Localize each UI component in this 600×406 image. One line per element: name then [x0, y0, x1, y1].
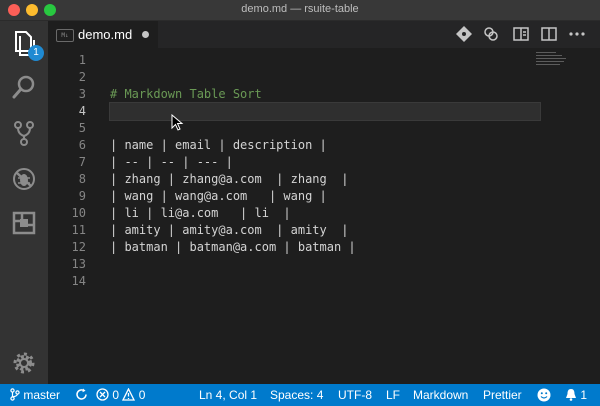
line-number-gutter: 1 2 3 4 5 6 7 8 9 10 11 12 13 14 [48, 52, 86, 290]
line-number: 5 [78, 121, 86, 135]
code-line[interactable] [110, 52, 540, 69]
split-editor-icon[interactable] [540, 25, 558, 43]
notification-count: 1 [580, 388, 588, 402]
prettier-status[interactable]: Prettier [483, 388, 522, 402]
line-number: 2 [78, 70, 86, 84]
code-line[interactable]: | batman | batman@a.com | batman | [110, 239, 540, 256]
warning-icon [122, 387, 136, 401]
code-line[interactable]: | amity | amity@a.com | amity | [110, 222, 540, 239]
activity-bar: 1 [0, 21, 48, 384]
explorer-badge: 1 [28, 45, 44, 61]
eol-setting[interactable]: LF [386, 388, 400, 402]
line-number: 13 [71, 257, 86, 271]
explorer-icon[interactable]: 1 [8, 27, 44, 61]
feedback-smiley-icon[interactable] [537, 388, 551, 403]
window-title: demo.md — rsuite-table [241, 3, 359, 15]
sync-icon[interactable] [75, 388, 88, 402]
line-number: 6 [78, 138, 86, 152]
code-line[interactable] [110, 69, 540, 86]
indentation-setting[interactable]: Spaces: 4 [270, 388, 323, 402]
editor-area[interactable]: 1 2 3 4 5 6 7 8 9 10 11 12 13 14 # Markd… [48, 48, 600, 384]
notifications-indicator[interactable]: 1 [565, 388, 587, 402]
markdown-file-icon: M↓ [56, 29, 74, 42]
code-line[interactable]: | li | li@a.com | li | [110, 205, 540, 222]
editor-tab-strip: M↓ demo.md [48, 21, 600, 48]
source-control-icon[interactable] [8, 117, 40, 149]
bell-icon [566, 389, 576, 401]
open-changes-icon[interactable] [455, 25, 473, 43]
extensions-icon[interactable] [8, 207, 40, 239]
open-preview-icon[interactable] [512, 25, 530, 43]
status-bar: master 0 0 Ln 4, Col 1 Spaces: 4 UTF-8 L… [0, 384, 600, 406]
debug-icon[interactable] [8, 163, 40, 195]
code-line[interactable]: | wang | wang@a.com | wang | [110, 188, 540, 205]
error-count: 0 [112, 388, 120, 402]
line-number: 1 [78, 53, 86, 67]
line-number: 11 [71, 223, 86, 237]
warning-count: 0 [138, 388, 146, 402]
compare-icon[interactable] [482, 25, 500, 43]
code-line[interactable] [110, 256, 540, 273]
code-line[interactable]: | -- | -- | --- | [110, 154, 540, 171]
branch-indicator[interactable]: master [10, 388, 60, 402]
mouse-pointer-icon [171, 114, 184, 131]
title-bar: demo.md — rsuite-table [0, 0, 600, 21]
line-number: 10 [71, 206, 86, 220]
branch-name: master [23, 388, 61, 402]
minimap[interactable] [536, 52, 576, 74]
code-line-heading[interactable]: # Markdown Table Sort [110, 86, 540, 103]
line-number: 14 [71, 274, 86, 288]
branch-icon [10, 388, 20, 401]
code-line[interactable]: | zhang | zhang@a.com | zhang | [110, 171, 540, 188]
error-icon [96, 388, 109, 401]
code-content[interactable]: # Markdown Table Sort | name | email | d… [109, 52, 541, 290]
tab-demo-md[interactable]: M↓ demo.md [48, 21, 159, 48]
cursor-position[interactable]: Ln 4, Col 1 [199, 388, 257, 402]
line-number: 4 [78, 104, 86, 118]
unsaved-dot-icon[interactable] [142, 31, 149, 38]
language-mode[interactable]: Markdown [413, 388, 468, 402]
line-number: 12 [71, 240, 86, 254]
code-line[interactable] [110, 273, 540, 290]
search-icon[interactable] [8, 71, 40, 103]
line-number: 7 [78, 155, 86, 169]
more-actions-icon[interactable] [568, 25, 586, 43]
code-line[interactable]: | name | email | description | [110, 137, 540, 154]
line-number: 3 [78, 87, 86, 101]
gear-icon[interactable] [8, 347, 40, 379]
problems-indicator[interactable]: 0 0 [96, 387, 146, 402]
tab-label: demo.md [78, 27, 133, 42]
encoding-setting[interactable]: UTF-8 [338, 388, 372, 402]
line-number: 8 [78, 172, 86, 186]
line-number: 9 [78, 189, 86, 203]
